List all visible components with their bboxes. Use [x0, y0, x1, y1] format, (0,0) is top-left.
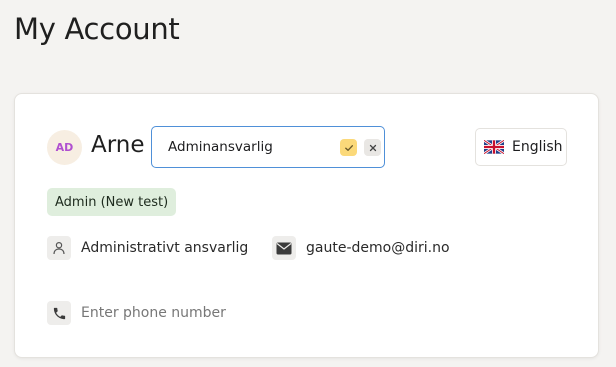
cancel-button[interactable] — [364, 139, 381, 156]
job-title-row[interactable]: Administrativt ansvarlig — [47, 236, 248, 260]
account-card: AD Arne Adminansvarlig English Admin (Ne… — [14, 93, 599, 358]
last-name-input[interactable]: Adminansvarlig — [151, 126, 385, 168]
person-icon — [47, 236, 71, 260]
phone-row[interactable]: Enter phone number — [47, 301, 226, 325]
check-icon — [344, 144, 353, 151]
first-name[interactable]: Arne — [91, 132, 145, 158]
avatar: AD — [47, 130, 82, 165]
close-icon — [369, 144, 376, 151]
job-title: Administrativt ansvarlig — [81, 240, 249, 256]
envelope-icon — [272, 236, 296, 260]
uk-flag-icon — [484, 140, 504, 154]
phone-placeholder[interactable]: Enter phone number — [81, 305, 226, 321]
phone-icon — [47, 301, 71, 325]
email-row[interactable]: gaute-demo@diri.no — [272, 236, 450, 260]
language-label: English — [512, 139, 563, 155]
email: gaute-demo@diri.no — [306, 240, 450, 256]
last-name-input-value[interactable]: Adminansvarlig — [168, 139, 273, 155]
page-title: My Account — [14, 12, 180, 46]
role-badge: Admin (New test) — [47, 188, 177, 216]
confirm-button[interactable] — [340, 139, 357, 156]
language-selector[interactable]: English — [475, 128, 567, 166]
